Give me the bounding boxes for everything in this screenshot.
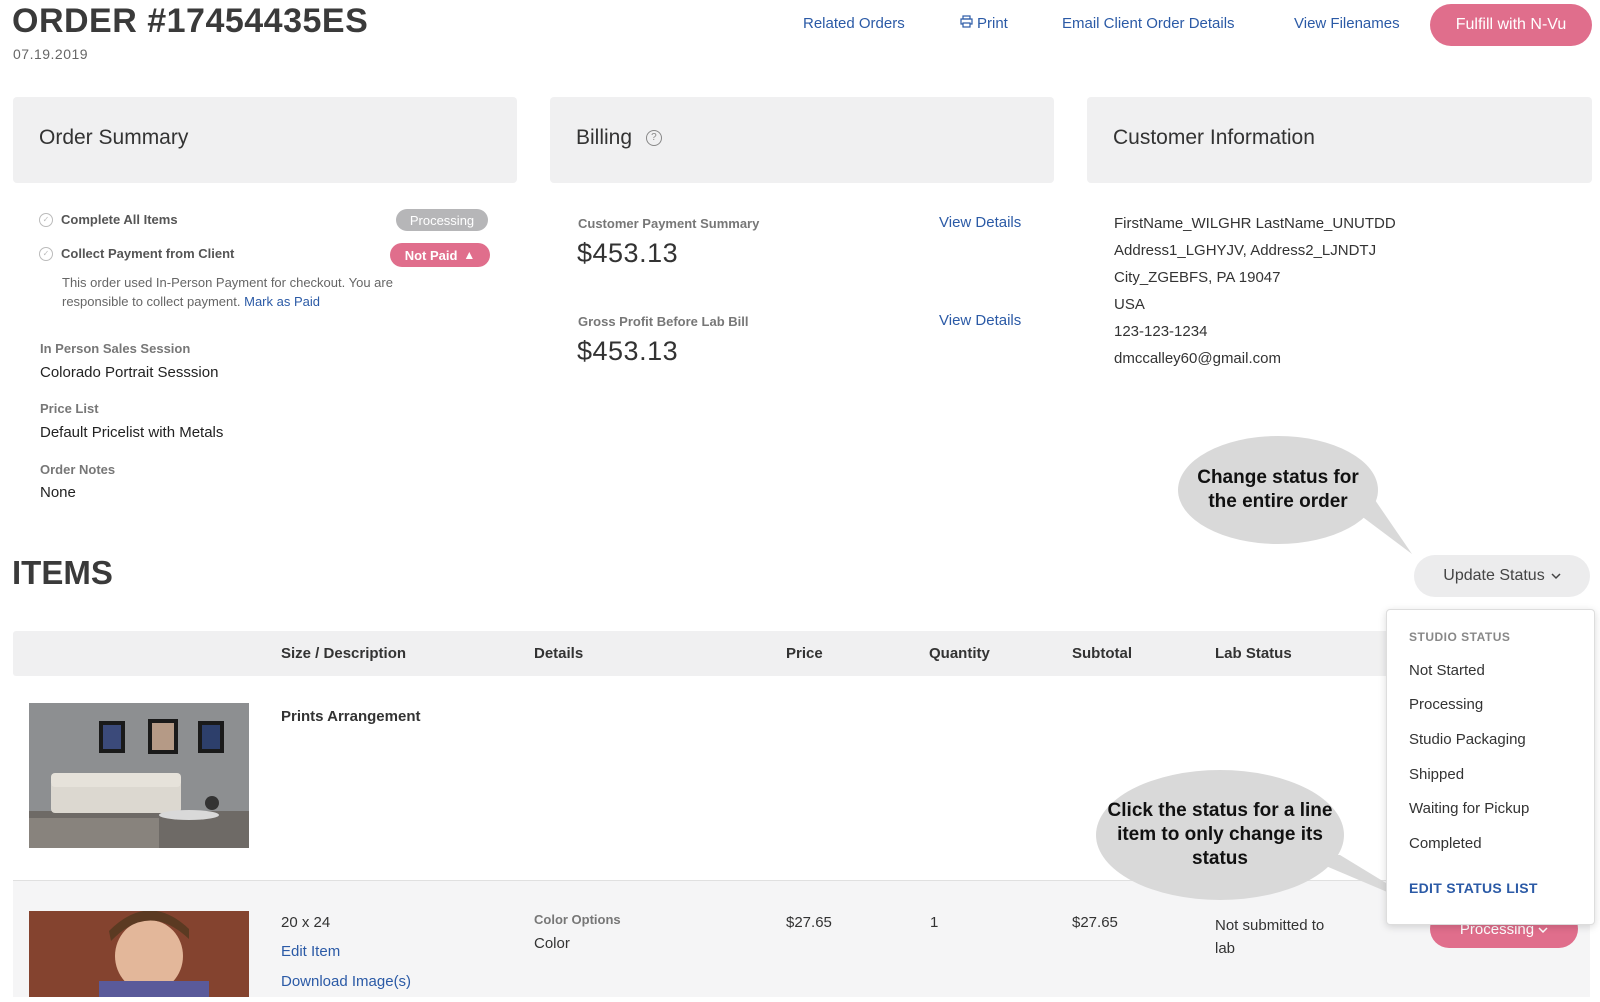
callout-line-item-status: Click the status for a line item to only…	[1096, 770, 1344, 900]
item-description: Prints Arrangement	[281, 708, 421, 725]
print-link[interactable]: Print	[960, 15, 1008, 32]
task-label: Collect Payment from Client	[61, 246, 235, 261]
customer-city: City_ZGEBFS, PA 19047	[1114, 269, 1281, 286]
update-status-label: Update Status	[1443, 567, 1545, 584]
col-quantity: Quantity	[929, 645, 990, 662]
printer-icon	[960, 15, 973, 32]
related-orders-link[interactable]: Related Orders	[803, 15, 905, 32]
notes-label: Order Notes	[40, 462, 116, 477]
details-value: Color	[534, 935, 570, 952]
customer-country: USA	[1114, 296, 1145, 313]
customer-info-title: Customer Information	[1113, 126, 1315, 149]
status-option-not-started[interactable]: Not Started	[1409, 662, 1485, 679]
check-circle-icon: ✓	[39, 246, 53, 261]
billing-header: Billing ?	[550, 97, 1054, 183]
item-size: 20 x 24	[281, 914, 331, 931]
processing-badge: Processing	[396, 209, 488, 231]
col-details: Details	[534, 645, 584, 662]
payment-summary-value: $453.13	[577, 238, 679, 268]
not-paid-badge: Not Paid ▲	[390, 243, 490, 267]
status-dropdown-menu: STUDIO STATUS Not Started Processing Stu…	[1386, 609, 1595, 925]
fulfill-button[interactable]: Fulfill with N-Vu	[1430, 4, 1592, 46]
status-option-shipped[interactable]: Shipped	[1409, 766, 1464, 783]
customer-address: Address1_LGHYJV, Address2_LJNDTJ	[1114, 242, 1377, 259]
item-price: $27.65	[786, 914, 832, 931]
customer-email: dmccalley60@gmail.com	[1114, 350, 1281, 367]
callout-order-status-text: Change status for the entire order	[1197, 467, 1359, 512]
payment-note: This order used In-Person Payment for ch…	[62, 273, 462, 311]
update-status-button[interactable]: Update Status	[1414, 555, 1590, 597]
pricelist-value: Default Pricelist with Metals	[40, 424, 224, 441]
details-label: Color Options	[534, 912, 621, 927]
billing-title-wrap: Billing ?	[576, 126, 662, 150]
col-subtotal: Subtotal	[1072, 645, 1132, 662]
item-thumbnail-room[interactable]	[29, 703, 249, 848]
notes-value: None	[40, 484, 76, 501]
customer-name: FirstName_WILGHR LastName_UNUTDD	[1114, 215, 1396, 232]
gross-profit-label: Gross Profit Before Lab Bill	[578, 314, 749, 329]
download-images-link[interactable]: Download Image(s)	[281, 973, 411, 990]
warning-icon: ▲	[463, 248, 476, 262]
status-option-waiting-for-pickup[interactable]: Waiting for Pickup	[1409, 800, 1529, 817]
view-filenames-link[interactable]: View Filenames	[1294, 15, 1400, 32]
item-quantity: 1	[930, 914, 939, 931]
order-title: ORDER #17454435ES	[12, 2, 369, 40]
pricelist-label: Price List	[40, 401, 99, 416]
session-label: In Person Sales Session	[40, 341, 191, 356]
chevron-down-icon	[1551, 567, 1561, 585]
check-circle-icon: ✓	[39, 212, 53, 227]
help-icon[interactable]: ?	[645, 130, 662, 147]
view-details-link[interactable]: View Details	[939, 312, 1021, 329]
callout-order-status: Change status for the entire order	[1178, 436, 1378, 544]
edit-item-link[interactable]: Edit Item	[281, 943, 340, 960]
customer-info-header: Customer Information	[1087, 97, 1592, 183]
customer-phone: 123-123-1234	[1114, 323, 1208, 340]
order-summary-header: Order Summary	[13, 97, 517, 183]
print-label: Print	[977, 15, 1008, 32]
billing-title: Billing	[576, 126, 633, 149]
dropdown-heading: STUDIO STATUS	[1409, 630, 1511, 644]
task-collect-payment: ✓ Collect Payment from Client	[39, 246, 234, 261]
status-option-completed[interactable]: Completed	[1409, 835, 1482, 852]
col-size-description: Size / Description	[281, 645, 407, 662]
task-complete-items: ✓ Complete All Items	[39, 212, 178, 227]
callout-line-item-status-text: Click the status for a line item to only…	[1107, 800, 1333, 869]
task-label: Complete All Items	[61, 212, 178, 227]
payment-note-text: This order used In-Person Payment for ch…	[62, 275, 393, 309]
status-option-studio-packaging[interactable]: Studio Packaging	[1409, 731, 1526, 748]
items-title: ITEMS	[12, 554, 113, 591]
email-client-link[interactable]: Email Client Order Details	[1062, 15, 1235, 32]
order-date: 07.19.2019	[13, 46, 89, 62]
edit-status-list-link[interactable]: EDIT STATUS LIST	[1409, 880, 1538, 896]
not-paid-label: Not Paid	[404, 247, 458, 263]
session-value: Colorado Portrait Sesssion	[40, 364, 219, 381]
col-lab-status: Lab Status	[1215, 645, 1292, 662]
view-details-link[interactable]: View Details	[939, 214, 1021, 231]
order-summary-title: Order Summary	[39, 126, 189, 149]
gross-profit-value: $453.13	[577, 336, 679, 366]
payment-summary-label: Customer Payment Summary	[578, 216, 760, 231]
item-lab-status: Not submitted to lab	[1215, 917, 1325, 957]
status-option-processing[interactable]: Processing	[1409, 696, 1483, 713]
col-price: Price	[786, 645, 823, 662]
mark-as-paid-link[interactable]: Mark as Paid	[244, 294, 320, 309]
item-subtotal: $27.65	[1072, 914, 1118, 931]
item-thumbnail-child[interactable]	[29, 910, 249, 997]
